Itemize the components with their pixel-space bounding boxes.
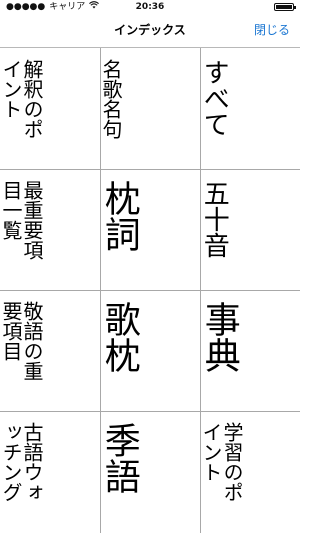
index-cell-label: 古語ウォ ッチング [0,422,44,502]
index-cell-label: 名歌名句 [100,59,123,139]
index-cell-label: 解釈のポ イント [0,59,44,139]
index-cell-label: 最重要項 目一覧 [0,180,44,260]
navigation-bar: インデックス 閉じる [0,14,300,48]
index-cell-label: 枕詞 [100,180,140,252]
index-grid: 解釈のポ イント 名歌名句 すべて最重要項 目一覧 枕詞 五十音敬語の重 要項目 歌枕 事典… [0,48,300,533]
index-cell[interactable]: 枕詞 [100,170,200,291]
index-cell-label: 五十音 [200,180,230,258]
index-cell-label: 季語 [100,422,140,494]
index-cell[interactable]: 敬語の重 要項目 [0,291,100,412]
index-cell[interactable]: 最重要項 目一覧 [0,170,100,291]
index-cell-label: 学習のポ イント [200,422,244,502]
index-cell[interactable]: 古語ウォ ッチング [0,412,100,533]
index-cell[interactable]: 解釈のポ イント [0,49,100,170]
index-cell[interactable]: 季語 [100,412,200,533]
close-button[interactable]: 閉じる [254,14,290,47]
index-cell-label: すべて [200,59,230,137]
index-cell[interactable]: 事典 [200,291,300,412]
battery-icon [274,3,296,11]
index-cell-label: 事典 [200,301,240,373]
index-cell[interactable]: 五十音 [200,170,300,291]
status-bar: ●●●●● キャリア 20:36 [0,0,300,14]
index-cell[interactable]: 学習のポ イント [200,412,300,533]
index-cell[interactable]: 名歌名句 [100,49,200,170]
index-cell[interactable]: 歌枕 [100,291,200,412]
index-cell[interactable]: すべて [200,49,300,170]
index-cell-label: 歌枕 [100,301,140,373]
status-time: 20:36 [135,2,165,12]
index-cell-label: 敬語の重 要項目 [0,301,44,381]
